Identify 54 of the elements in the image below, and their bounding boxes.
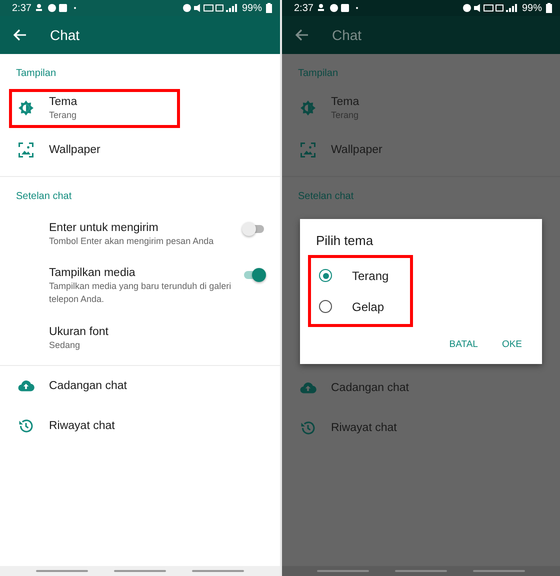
item-title: Tema — [49, 94, 78, 108]
battery-icon — [266, 3, 272, 13]
section-header: Tampilan — [15, 67, 58, 81]
item-title: Riwayat chat — [331, 421, 398, 435]
toggle-switch[interactable] — [242, 222, 266, 236]
item-title: Riwayat chat — [49, 419, 116, 433]
brightness-icon — [298, 99, 316, 117]
section-header: Tampilan — [297, 67, 340, 81]
radio-option[interactable]: Terang — [311, 260, 410, 291]
option-label: Gelap — [352, 300, 384, 314]
section-header: Setelan chat — [297, 190, 355, 204]
status-time: 2:37 — [294, 2, 314, 14]
back-arrow-icon[interactable] — [295, 29, 309, 41]
dialog-title: Pilih tema — [316, 233, 374, 249]
battery-icon — [546, 3, 552, 13]
settings-item[interactable]: Wallpaper — [0, 128, 280, 172]
item-subtitle: Tombol Enter akan mengirim pesan Anda — [49, 234, 215, 248]
history-icon — [298, 419, 316, 437]
item-subtitle: Sedang — [49, 338, 82, 352]
settings-item[interactable]: Enter untuk mengirim Tombol Enter akan mengirim pesan Anda — [0, 211, 280, 257]
radio-button[interactable] — [319, 269, 332, 282]
item-title: Wallpaper — [331, 143, 384, 157]
battery-percent: 99% — [242, 2, 262, 14]
section-header: Setelan chat — [15, 190, 73, 204]
history-icon — [16, 417, 34, 435]
item-subtitle: Terang — [49, 108, 78, 122]
system-icons-drawing — [182, 3, 238, 13]
item-title: Enter untuk mengirim — [49, 220, 160, 234]
battery-percent: 99% — [522, 2, 542, 14]
status-time: 2:37 — [12, 2, 32, 14]
settings-item[interactable]: Cadangan chat — [0, 366, 280, 406]
item-subtitle: Tampilkan media yang baru terunduh di galeri telepon Anda. — [49, 280, 232, 306]
radio-option[interactable]: Gelap — [311, 291, 410, 322]
settings-item[interactable]: Tema Terang — [0, 88, 280, 128]
item-title: Tampilkan media — [49, 266, 136, 280]
image-frame-icon — [16, 141, 34, 159]
item-title: Ukuran font — [49, 324, 110, 338]
dialog-button[interactable]: BATAL — [439, 335, 488, 354]
system-icons-drawing — [462, 3, 518, 13]
image-frame-icon — [298, 141, 316, 159]
brightness-icon — [16, 99, 34, 117]
option-label: Terang — [352, 268, 389, 282]
screen-title: Chat — [50, 27, 80, 43]
item-title: Wallpaper — [49, 143, 102, 157]
radio-button[interactable] — [319, 300, 332, 313]
item-title: Cadangan chat — [331, 381, 410, 395]
toggle-switch[interactable] — [242, 268, 266, 282]
settings-item[interactable]: Ukuran font Sedang — [0, 315, 280, 361]
item-title: Cadangan chat — [49, 379, 128, 393]
item-title: Tema — [331, 94, 360, 108]
settings-item[interactable]: Tampilkan media Tampilkan media yang baru terunduh di galeri telepon Anda. — [0, 257, 280, 315]
dialog-button[interactable]: OKE — [492, 335, 532, 354]
settings-item[interactable]: Riwayat chat — [0, 406, 280, 446]
screen-title: Chat — [332, 27, 362, 43]
